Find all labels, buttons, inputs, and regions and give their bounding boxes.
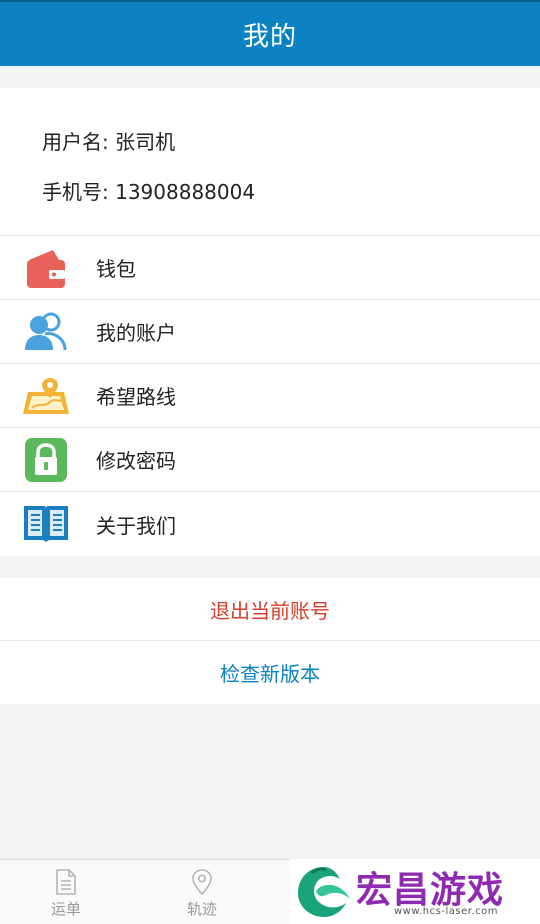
check-version-button[interactable]: 检查新版本 [0, 641, 540, 704]
watermark-banner: 宏昌游戏网 www.hcs-laser.com [290, 859, 540, 924]
location-pin-icon [191, 868, 213, 896]
menu-item-wallet[interactable]: 钱包 [0, 236, 540, 300]
menu-item-my-account[interactable]: 我的账户 [0, 300, 540, 364]
profile-card: 用户名: 张司机 手机号: 13908888004 [0, 88, 540, 236]
lock-icon [22, 438, 70, 482]
menu-label-change-password: 修改密码 [96, 449, 176, 473]
top-app-bar: 我的 [0, 0, 540, 66]
menu-item-change-password[interactable]: 修改密码 [0, 428, 540, 492]
menu-label-my-account: 我的账户 [96, 321, 176, 345]
tab-label-waybill: 运单 [50, 900, 81, 918]
menu-label-about-us: 关于我们 [96, 513, 176, 538]
tab-label-track: 轨迹 [186, 900, 217, 918]
page-title: 我的 [242, 21, 297, 52]
account-icon [22, 310, 70, 354]
phone-text: 手机号: 13908888004 [42, 180, 256, 204]
document-icon [55, 868, 77, 896]
username-text: 用户名: 张司机 [42, 130, 176, 154]
menu-label-preferred-route: 希望路线 [96, 385, 176, 409]
watermark-url: www.hcs-laser.com [394, 906, 498, 917]
tab-track[interactable]: 轨迹 [162, 860, 242, 924]
menu-label-wallet: 钱包 [96, 257, 136, 281]
watermark-logo-icon [294, 863, 354, 919]
menu-list: 钱包 我的账户 希望路线 修改密码 关于我们 [0, 236, 540, 556]
logout-button[interactable]: 退出当前账号 [0, 578, 540, 641]
wallet-icon [22, 246, 70, 290]
route-map-icon [22, 374, 70, 418]
book-icon [22, 502, 70, 546]
tab-waybill[interactable]: 运单 [26, 860, 106, 924]
action-list: 退出当前账号 检查新版本 [0, 578, 540, 704]
menu-item-about-us[interactable]: 关于我们 [0, 492, 540, 556]
menu-item-preferred-route[interactable]: 希望路线 [0, 364, 540, 428]
